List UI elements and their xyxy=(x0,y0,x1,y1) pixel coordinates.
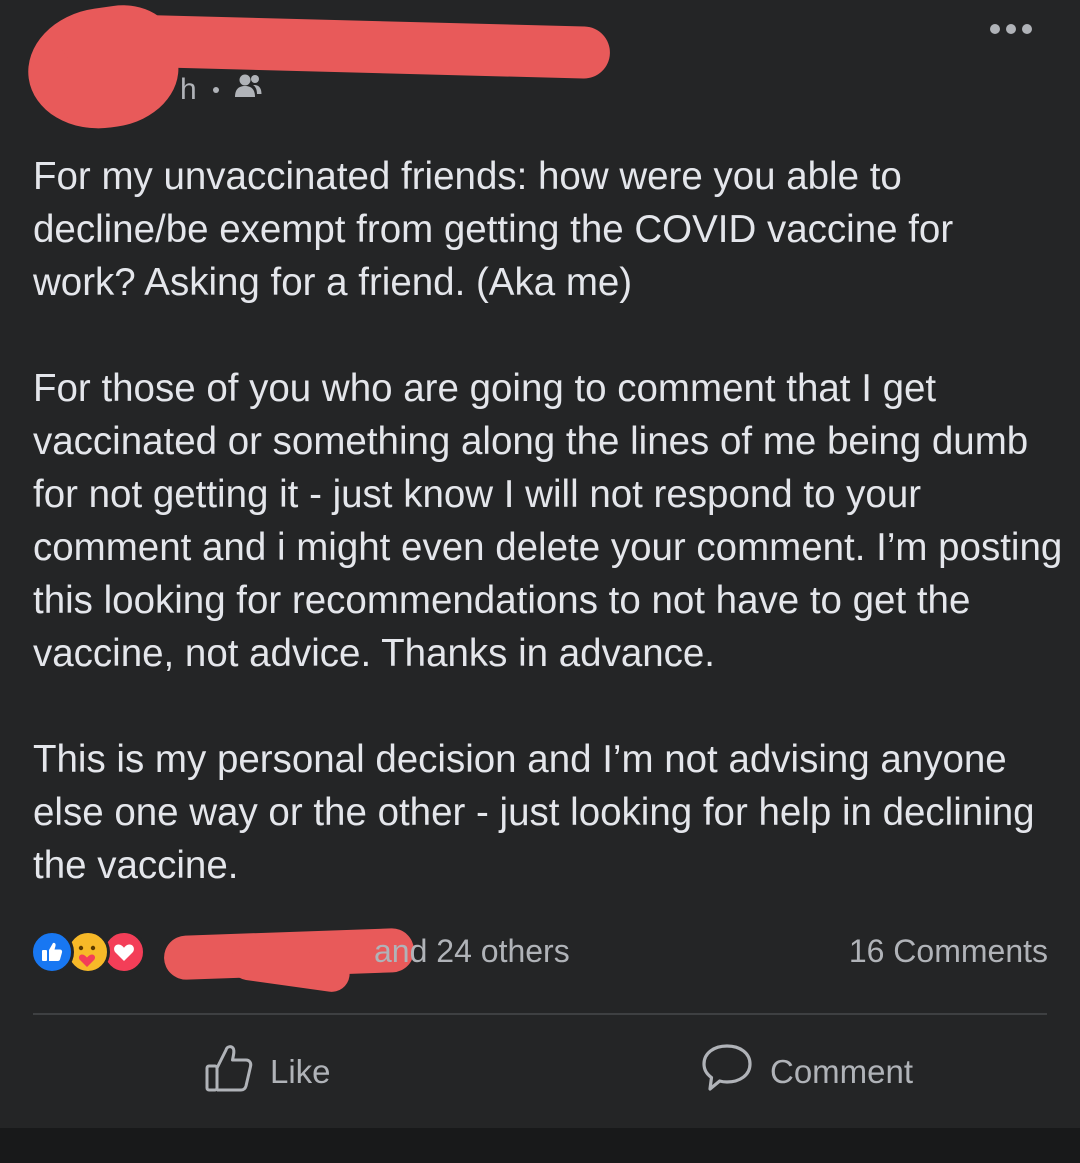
dot xyxy=(990,24,1000,34)
facebook-post: h For my unvaccinated friends: how were … xyxy=(0,0,1080,1128)
dot xyxy=(1006,24,1016,34)
comment-label: Comment xyxy=(770,1053,914,1090)
post-paragraph: For my unvaccinated friends: how were yo… xyxy=(33,155,954,304)
reactions-bar: and 24 others 16 Comments xyxy=(30,927,1050,995)
more-horizontal-icon[interactable] xyxy=(990,24,1032,34)
like-button[interactable]: Like xyxy=(204,1040,331,1104)
dot xyxy=(1022,24,1032,34)
like-reaction-icon[interactable] xyxy=(30,930,74,974)
separator-dot xyxy=(212,87,219,93)
post-timestamp[interactable]: h xyxy=(180,73,197,107)
like-label: Like xyxy=(270,1053,331,1090)
reactions-summary[interactable]: and 24 others xyxy=(374,933,570,970)
post-meta: h xyxy=(180,70,263,110)
comment-button[interactable]: Comment xyxy=(700,1040,913,1104)
bottom-divider-strip xyxy=(0,1128,1080,1163)
divider xyxy=(33,1013,1047,1015)
friends-icon[interactable] xyxy=(233,73,263,107)
post-paragraph: For those of you who are going to commen… xyxy=(33,367,1063,675)
comment-icon xyxy=(700,1042,754,1102)
post-body: For my unvaccinated friends: how were yo… xyxy=(33,150,1063,945)
comments-count[interactable]: 16 Comments xyxy=(849,933,1048,970)
post-paragraph: This is my personal decision and I’m not… xyxy=(33,738,1035,887)
thumbs-up-icon xyxy=(204,1042,254,1102)
